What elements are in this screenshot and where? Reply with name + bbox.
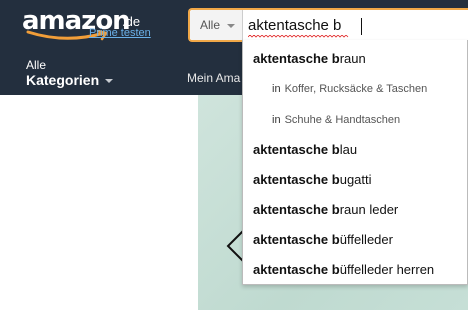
- search-department-select[interactable]: Alle: [190, 10, 243, 40]
- suggestion-typed: b: [331, 172, 340, 187]
- suggestion-item[interactable]: aktentasche blau: [253, 139, 357, 161]
- suggestion-completion: lau: [339, 142, 358, 157]
- suggestion-item[interactable]: aktentasche büffelleder: [253, 229, 393, 251]
- suggestion-completion: üffelleder herren: [339, 262, 435, 277]
- department-label: Alle: [200, 18, 221, 32]
- suggestion-item[interactable]: aktentasche braun leder: [253, 199, 398, 221]
- suggestion-scope-item[interactable]: in Schuhe & Handtaschen: [272, 111, 400, 129]
- categories-label: Kategorien: [26, 72, 100, 88]
- search-bar: Alle: [188, 8, 468, 42]
- scope-category: Koffer, Rucksäcke & Taschen: [284, 83, 428, 95]
- suggestion-completion: üffelleder: [339, 232, 393, 247]
- suggestion-prefix: aktentasche: [253, 51, 332, 66]
- suggestion-completion: raun: [339, 51, 366, 66]
- chevron-down-icon: [227, 24, 235, 28]
- scope-prefix: in: [272, 114, 281, 126]
- suggestion-typed: b: [331, 232, 340, 247]
- suggestion-completion: raun leder: [339, 202, 399, 217]
- suggestion-item[interactable]: aktentasche büffelleder herren: [253, 259, 434, 281]
- suggestion-prefix: aktentasche: [253, 202, 332, 217]
- suggestion-prefix: aktentasche: [253, 172, 332, 187]
- spellcheck-underline: [248, 35, 349, 38]
- text-cursor: [361, 18, 362, 35]
- suggestion-prefix: aktentasche: [253, 142, 332, 157]
- suggestion-typed: b: [331, 51, 340, 66]
- prime-trial-link[interactable]: Prime testen: [89, 26, 151, 40]
- search-suggestions-dropdown: aktentasche braun in Koffer, Rucksäcke & …: [242, 40, 468, 285]
- suggestion-typed: b: [331, 202, 340, 217]
- suggestion-typed: b: [331, 142, 340, 157]
- scope-prefix: in: [272, 83, 281, 95]
- suggestion-prefix: aktentasche: [253, 262, 332, 277]
- suggestion-scope-item[interactable]: in Koffer, Rucksäcke & Taschen: [272, 80, 427, 98]
- scope-category: Schuhe & Handtaschen: [284, 114, 401, 126]
- suggestion-prefix: aktentasche: [253, 232, 332, 247]
- suggestion-completion: ugatti: [339, 172, 372, 187]
- suggestion-item[interactable]: aktentasche braun: [253, 48, 366, 70]
- categories-small-label: Alle: [26, 58, 47, 72]
- chevron-down-icon: [105, 78, 114, 83]
- suggestion-typed: b: [331, 262, 340, 277]
- all-categories-button[interactable]: Alle Kategorien: [26, 58, 114, 90]
- nav-my-account-link[interactable]: Mein Ama: [187, 71, 240, 85]
- suggestion-item[interactable]: aktentasche bugatti: [253, 169, 372, 191]
